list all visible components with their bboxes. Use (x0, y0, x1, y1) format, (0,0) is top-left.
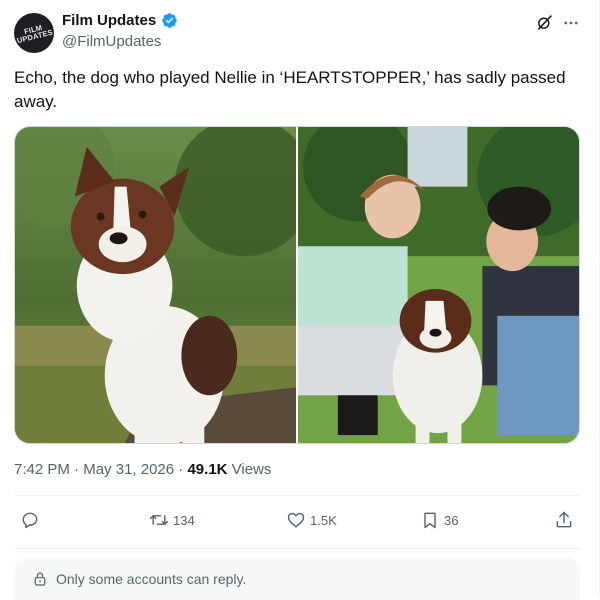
bookmark-button[interactable]: 36 (420, 510, 458, 530)
meta-separator: · (74, 461, 80, 478)
reply-restriction-notice: Only some accounts can reply. (14, 558, 580, 600)
author-name-row[interactable]: Film Updates (62, 12, 178, 29)
retweet-icon (149, 515, 169, 525)
tweet-meta: 7:42 PM · May 31, 2026 · 49.1K Views (14, 461, 271, 478)
views-count[interactable]: 49.1K (187, 461, 227, 478)
meta-separator-2: · (178, 461, 184, 478)
like-count: 1.5K (310, 512, 337, 528)
heart-icon (287, 512, 305, 528)
author-handle[interactable]: @FilmUpdates (62, 33, 161, 50)
grok-icon[interactable] (536, 14, 553, 31)
like-button[interactable]: 1.5K (286, 510, 337, 530)
divider-top (14, 495, 580, 496)
avatar-logo-text: FILM UPDATES (15, 23, 54, 46)
tweet-date[interactable]: May 31, 2026 (83, 461, 174, 478)
share-button[interactable] (554, 510, 574, 530)
media-grid (14, 126, 580, 444)
avatar[interactable]: FILM UPDATES (14, 13, 54, 53)
bookmark-count: 36 (444, 512, 459, 528)
views-label[interactable]: Views (232, 461, 272, 478)
tweet-text: Echo, the dog who played Nellie in ‘HEAR… (14, 68, 566, 111)
photo-actors-with-dog[interactable] (298, 127, 579, 443)
reply-button[interactable] (20, 510, 44, 530)
retweet-count: 134 (173, 512, 195, 528)
action-bar: 134 1.5K 36 (14, 498, 580, 548)
divider-bottom (14, 548, 580, 549)
share-icon (556, 511, 572, 528)
tweet-card[interactable]: FILM UPDATES Film Updates @FilmUpdates E… (0, 0, 600, 600)
bookmark-icon (424, 512, 436, 529)
verified-badge-icon (161, 12, 178, 29)
display-name[interactable]: Film Updates (62, 12, 156, 29)
reply-restriction-text: Only some accounts can reply. (56, 571, 247, 587)
more-options-icon[interactable] (562, 14, 580, 32)
photo-dog[interactable] (15, 127, 296, 443)
tweet-time[interactable]: 7:42 PM (14, 461, 70, 478)
reply-icon (22, 512, 38, 529)
lock-icon (34, 572, 46, 586)
retweet-button[interactable]: 134 (149, 510, 195, 530)
